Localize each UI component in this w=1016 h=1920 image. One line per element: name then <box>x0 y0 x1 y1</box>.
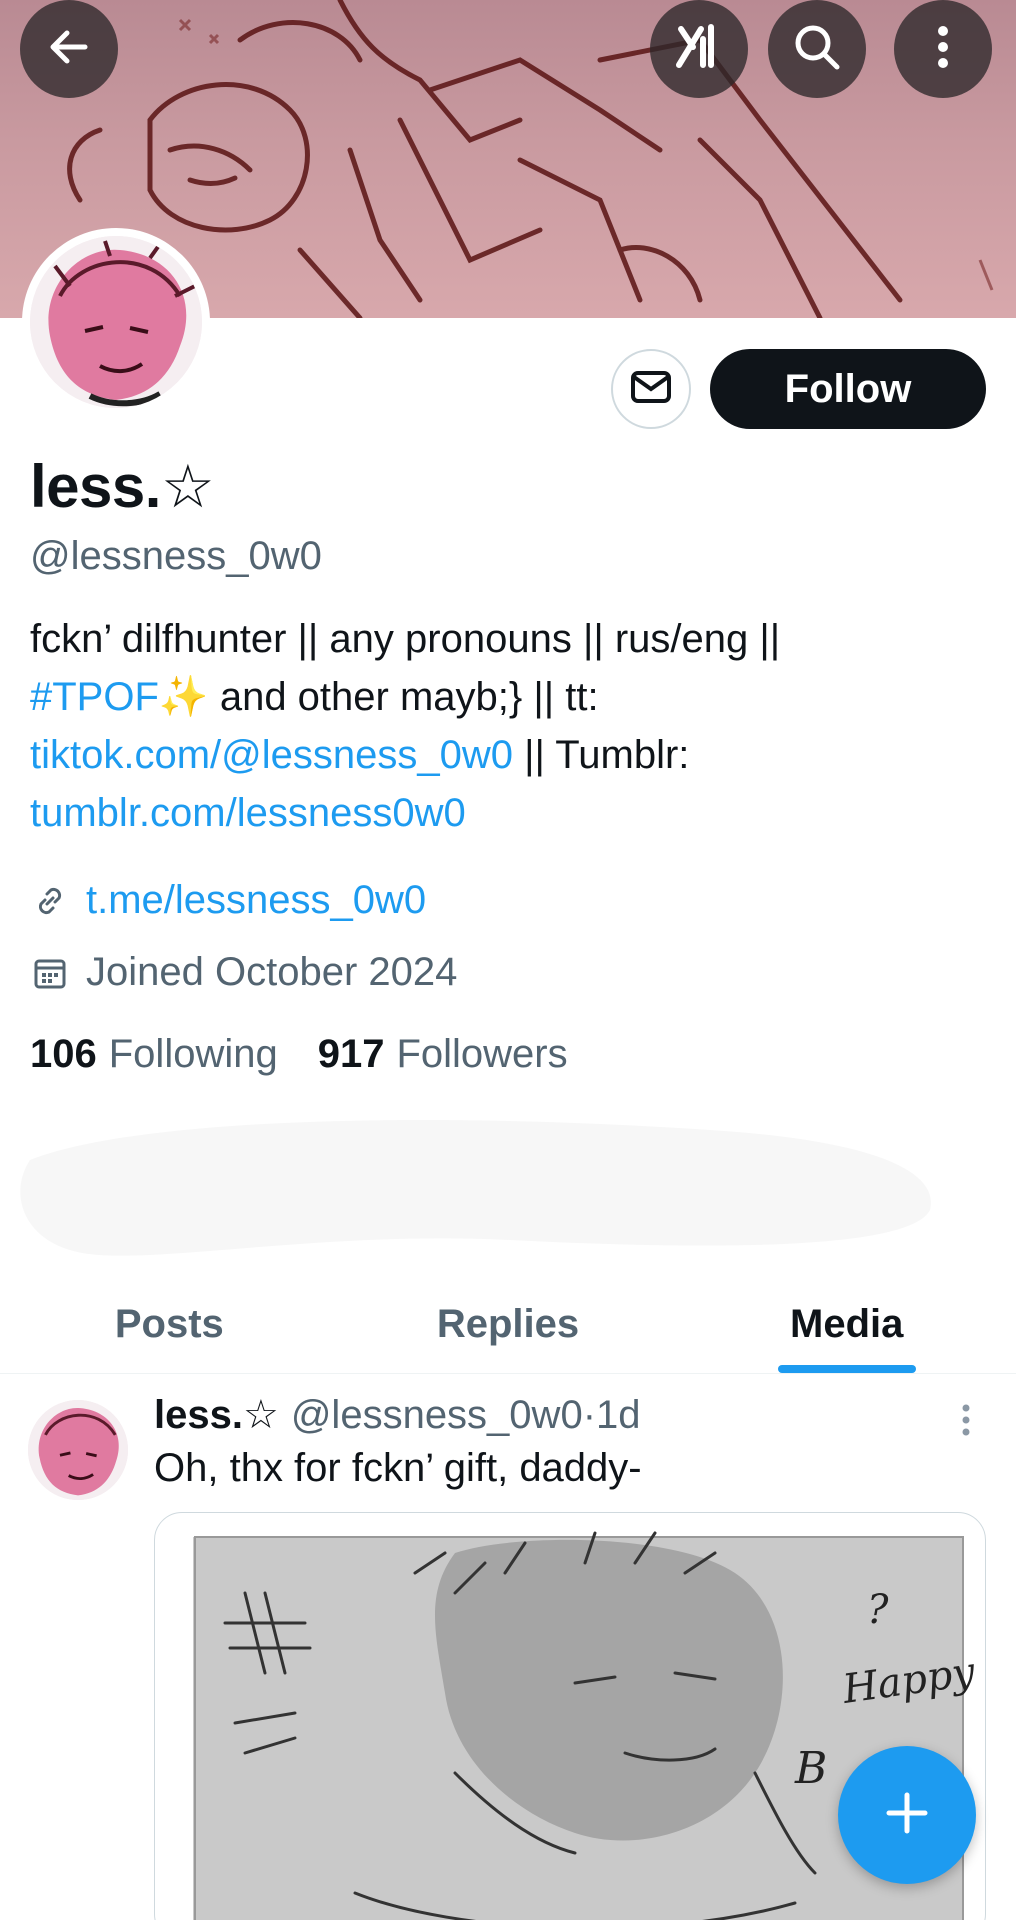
followers-label: Followers <box>396 1032 568 1076</box>
mail-icon <box>629 365 673 414</box>
following-label: Following <box>108 1032 278 1076</box>
more-options-button[interactable] <box>894 0 992 98</box>
website-row: t.me/lessness_0w0 <box>30 878 426 923</box>
following-count: 106 <box>30 1032 97 1076</box>
post-text: Oh, thx for fckn’ gift, daddy- <box>154 1446 642 1490</box>
tiktok-link[interactable]: tiktok.com/@lessness_0w0 <box>30 733 513 777</box>
post-more-button[interactable] <box>956 1400 976 1440</box>
link-icon <box>30 881 70 921</box>
follow-stats: 106 Following 917 Followers <box>30 1032 608 1077</box>
search-button[interactable] <box>768 0 866 98</box>
more-vertical-icon <box>956 1404 976 1444</box>
post-author-avatar[interactable] <box>28 1400 128 1500</box>
redaction-smudge <box>20 1120 931 1256</box>
user-handle: @lessness_0w0 <box>30 534 322 578</box>
follow-button[interactable]: Follow <box>710 349 986 429</box>
search-icon <box>791 21 843 78</box>
hashtag-link[interactable]: #TPOF✨ <box>30 675 209 719</box>
avatar-image <box>28 1400 128 1500</box>
tab-media[interactable]: Media <box>677 1276 1016 1373</box>
post-header: less.☆ @lessness_0w0 · 1d <box>154 1392 641 1438</box>
profile-tabs: Posts Replies Media <box>0 1276 1016 1374</box>
profile-avatar[interactable] <box>22 228 210 416</box>
followers-stat[interactable]: 917 Followers <box>318 1032 568 1077</box>
post-separator: · <box>582 1393 597 1437</box>
arrow-left-icon <box>45 23 93 76</box>
tab-replies[interactable]: Replies <box>339 1276 678 1373</box>
back-button[interactable] <box>20 0 118 98</box>
tab-posts[interactable]: Posts <box>0 1276 339 1373</box>
profile-bio: fckn’ dilfhunter || any pronouns || rus/… <box>30 610 990 842</box>
bio-text: fckn’ dilfhunter || any pronouns || rus/… <box>30 617 781 661</box>
calendar-icon <box>30 953 70 993</box>
bio-text: and other mayb;} || tt: <box>208 675 599 719</box>
following-stat[interactable]: 106 Following <box>30 1032 278 1077</box>
website-link[interactable]: t.me/lessness_0w0 <box>86 878 426 923</box>
bio-text: || Tumblr: <box>513 733 690 777</box>
active-tab-indicator <box>777 1365 916 1373</box>
followers-count: 917 <box>317 1032 385 1076</box>
tab-label: Posts <box>114 1302 224 1346</box>
tab-label: Media <box>790 1302 904 1346</box>
joined-date: Joined October 2024 <box>86 950 458 994</box>
grok-logo-icon <box>673 21 725 78</box>
grok-button[interactable] <box>650 0 748 98</box>
more-vertical-icon <box>933 21 953 78</box>
tumblr-link[interactable]: tumblr.com/lessness0w0 <box>30 791 466 835</box>
plus-icon <box>883 1789 931 1842</box>
display-name: less.☆ <box>30 453 215 520</box>
compose-post-button[interactable] <box>838 1746 976 1884</box>
avatar-image <box>30 236 202 408</box>
joined-row: Joined October 2024 <box>30 950 457 995</box>
image-text-q: ? <box>867 1587 889 1633</box>
tab-label: Replies <box>436 1302 580 1346</box>
post-author-handle[interactable]: @lessness_0w0 <box>291 1393 583 1438</box>
image-text-b: B <box>794 1743 827 1794</box>
post-author-name[interactable]: less.☆ <box>154 1392 279 1438</box>
message-button[interactable] <box>611 349 691 429</box>
post-time[interactable]: 1d <box>596 1393 641 1438</box>
